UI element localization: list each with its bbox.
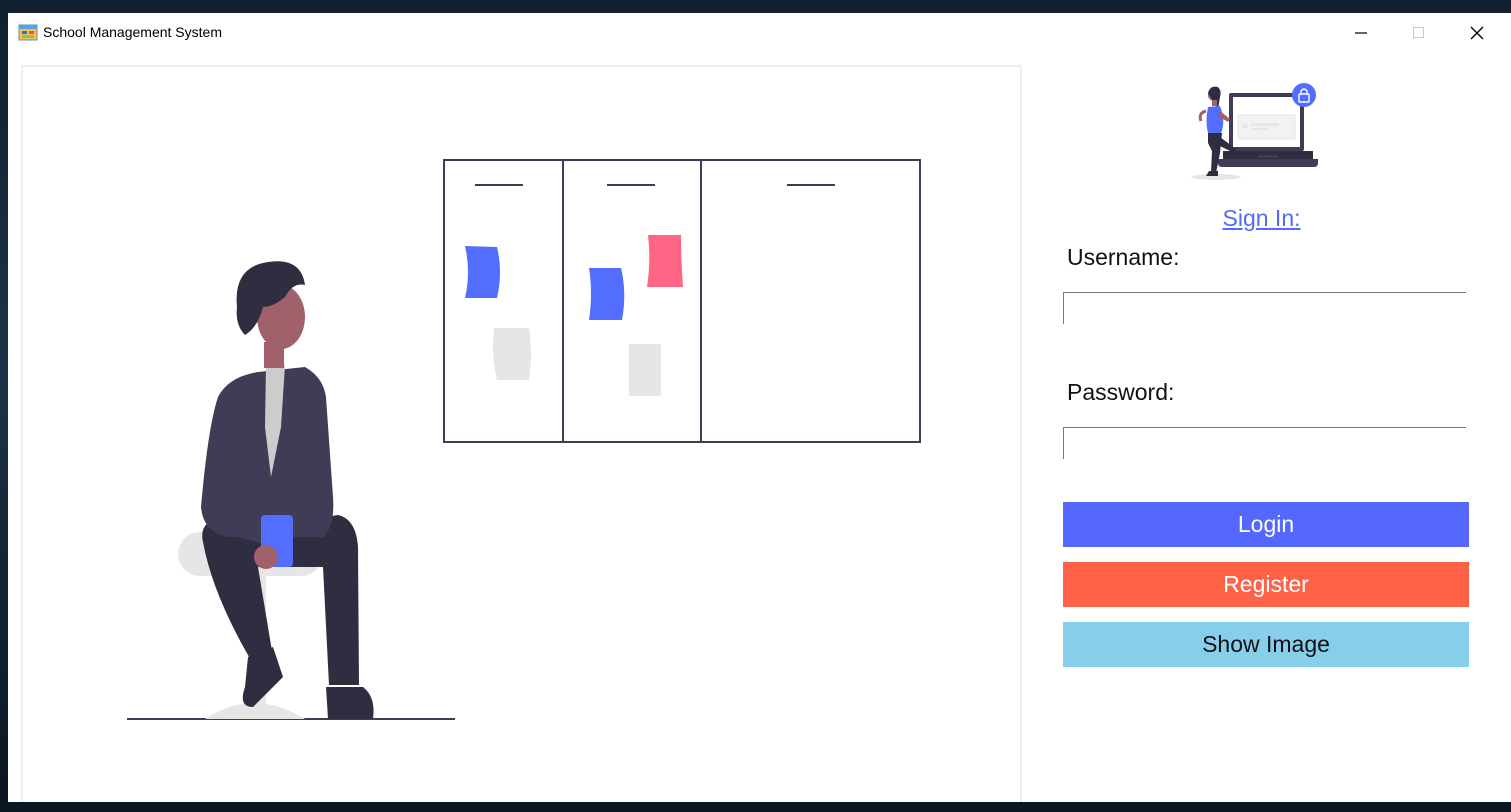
seated-person [201,261,374,719]
close-icon [1470,26,1484,40]
login-panel: Sign In: Username: Password: Login Regis… [1048,65,1511,802]
register-button[interactable]: Register [1063,562,1469,607]
login-button[interactable]: Login [1063,502,1469,547]
app-window: School Management System Sign In: Userna… [8,13,1511,802]
kanban-board [443,159,921,443]
illustration-panel [21,65,1022,802]
laptop-lock-illustration [1191,83,1318,180]
maximize-button[interactable] [1390,13,1448,53]
minimize-button[interactable] [1332,13,1390,53]
sign-in-heading[interactable]: Sign In: [1048,205,1475,232]
minimize-icon [1355,32,1367,34]
window-title: School Management System [43,24,222,40]
title-bar[interactable]: School Management System [8,13,1511,53]
password-input[interactable] [1063,427,1466,459]
username-label: Username: [1067,244,1180,270]
show-image-button[interactable]: Show Image [1063,622,1469,667]
app-icon [18,24,38,41]
close-button[interactable] [1448,13,1506,53]
username-input[interactable] [1063,292,1466,324]
person-kanban-illustration [127,159,921,720]
maximize-icon [1413,27,1424,38]
password-label: Password: [1067,379,1175,405]
